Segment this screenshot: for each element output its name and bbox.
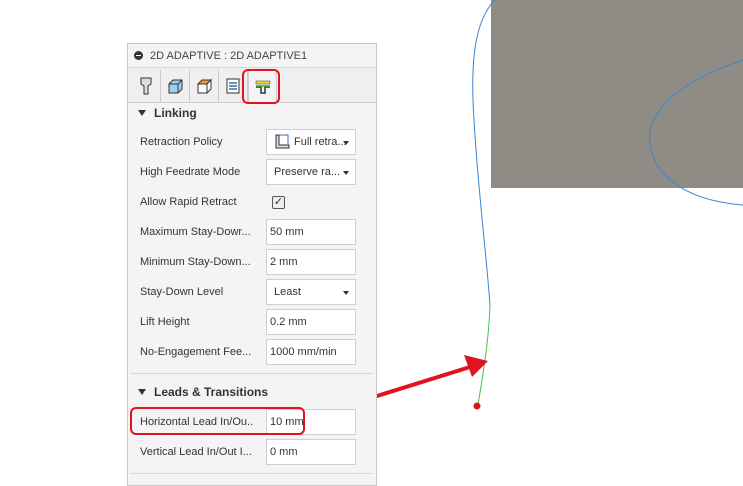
section-linking-header[interactable]: Linking <box>128 103 197 123</box>
tab-tool[interactable] <box>132 70 161 102</box>
operation-panel: 2D ADAPTIVE : 2D ADAPTIVE1 Linking Retra… <box>127 43 377 486</box>
passes-icon <box>226 78 240 94</box>
section-leads-header[interactable]: Leads & Transitions <box>128 382 268 402</box>
no-engagement-feedrate-input[interactable]: 1000 mm/min <box>266 339 356 365</box>
stay-down-level-select[interactable]: Least <box>266 279 356 305</box>
tab-heights[interactable] <box>190 70 219 102</box>
min-stay-down-input[interactable]: 2 mm <box>266 249 356 275</box>
expand-triangle-icon <box>138 389 146 395</box>
row-high-feedrate-mode: High Feedrate Mode Preserve ra... <box>140 159 360 185</box>
row-vertical-lead: Vertical Lead In/Out I... 0 mm <box>140 439 360 465</box>
dropdown-arrow-icon <box>343 291 349 295</box>
field-label: Stay-Down Level <box>140 286 224 298</box>
field-highlight <box>130 407 305 435</box>
max-stay-down-input[interactable]: 50 mm <box>266 219 356 245</box>
field-label: Maximum Stay-Dowr... <box>140 226 251 238</box>
select-value: Preserve ra... <box>274 166 341 178</box>
dropdown-arrow-icon <box>343 171 349 175</box>
field-label: Vertical Lead In/Out I... <box>140 446 252 458</box>
vertical-lead-input[interactable]: 0 mm <box>266 439 356 465</box>
panel-title-bar: 2D ADAPTIVE : 2D ADAPTIVE1 <box>128 44 376 68</box>
field-label: Retraction Policy <box>140 136 223 148</box>
section-title: Linking <box>154 106 197 120</box>
tab-geometry[interactable] <box>161 70 190 102</box>
row-max-stay-down: Maximum Stay-Dowr... 50 mm <box>140 219 360 245</box>
start-point <box>473 402 481 410</box>
retract-icon <box>275 134 290 149</box>
section-title: Leads & Transitions <box>154 385 269 399</box>
allow-rapid-retract-checkbox[interactable]: ✓ <box>272 195 285 209</box>
high-feedrate-mode-select[interactable]: Preserve ra... <box>266 159 356 185</box>
expand-triangle-icon <box>138 110 146 116</box>
geometry-icon <box>168 79 183 94</box>
row-retraction-policy: Retraction Policy Full retra... <box>140 129 360 155</box>
collapse-icon[interactable] <box>134 51 143 60</box>
section-divider <box>130 373 373 374</box>
row-allow-rapid-retract: Allow Rapid Retract ✓ <box>140 189 360 215</box>
section-divider <box>130 473 373 474</box>
stock-body <box>491 0 743 188</box>
panel-title: 2D ADAPTIVE : 2D ADAPTIVE1 <box>150 49 308 62</box>
select-value: Full retra... <box>294 136 347 148</box>
dropdown-arrow-icon <box>343 141 349 145</box>
tab-highlight <box>242 69 280 104</box>
heights-icon <box>196 78 213 94</box>
field-label: High Feedrate Mode <box>140 166 241 178</box>
tool-icon <box>140 77 152 95</box>
field-label: Lift Height <box>140 316 190 328</box>
row-no-engagement-feedrate: No-Engagement Fee... 1000 mm/min <box>140 339 360 365</box>
row-lift-height: Lift Height 0.2 mm <box>140 309 360 335</box>
select-value: Least <box>274 286 301 298</box>
field-label: No-Engagement Fee... <box>140 346 252 358</box>
field-label: Minimum Stay-Down... <box>140 256 251 268</box>
field-label: Allow Rapid Retract <box>140 196 237 208</box>
retraction-policy-select[interactable]: Full retra... <box>266 129 356 155</box>
lift-height-input[interactable]: 0.2 mm <box>266 309 356 335</box>
row-stay-down-level: Stay-Down Level Least <box>140 279 360 305</box>
row-min-stay-down: Minimum Stay-Down... 2 mm <box>140 249 360 275</box>
lead-in-path <box>477 304 491 406</box>
